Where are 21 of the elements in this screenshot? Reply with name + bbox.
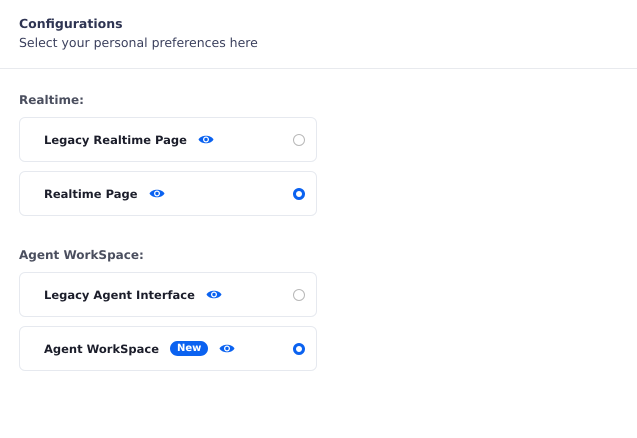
option-card[interactable]: Agent WorkSpace New (19, 326, 317, 371)
option-card[interactable]: Legacy Realtime Page (19, 117, 317, 162)
radio-button[interactable] (293, 342, 305, 354)
option-card[interactable]: Realtime Page (19, 171, 317, 216)
option-label: Agent WorkSpace (44, 342, 160, 356)
radio-button[interactable] (293, 188, 305, 200)
eye-icon[interactable] (219, 343, 236, 354)
eye-icon[interactable] (198, 134, 214, 145)
option-label: Realtime Page (44, 186, 138, 200)
page-subtitle: Select your personal preferences here (19, 35, 259, 50)
page-title: Configurations (19, 16, 124, 31)
eye-icon[interactable] (148, 188, 164, 199)
section-label: Agent WorkSpace: (19, 248, 145, 262)
eye-icon[interactable] (206, 289, 222, 300)
new-badge: New (170, 341, 208, 356)
section-label: Realtime: (19, 93, 85, 107)
option-card[interactable]: Legacy Agent Interface (19, 272, 317, 317)
radio-button[interactable] (293, 288, 305, 300)
radio-button[interactable] (293, 134, 305, 146)
option-label: Legacy Agent Interface (44, 288, 195, 302)
option-label: Legacy Realtime Page (44, 132, 187, 146)
